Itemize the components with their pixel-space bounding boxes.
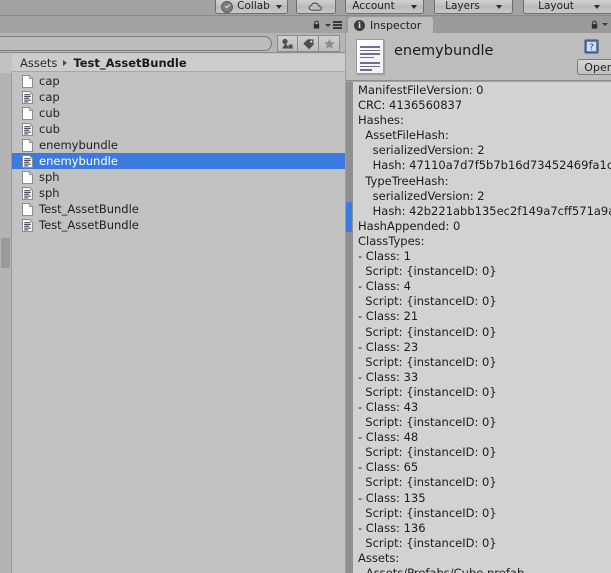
lock-icon[interactable]	[312, 20, 321, 29]
layers-label: Layers	[445, 0, 480, 13]
filter-by-type-button[interactable]	[277, 35, 298, 52]
file-name-label: cap	[39, 74, 60, 88]
manifest-file-icon	[22, 90, 33, 104]
breadcrumb-root[interactable]: Assets	[20, 56, 57, 70]
file-list-item[interactable]: Test_AssetBundle	[12, 201, 345, 217]
favorite-star-icon	[323, 38, 335, 49]
account-label: Account	[352, 0, 395, 13]
lock-icon[interactable]	[590, 20, 599, 29]
asset-bundle-file-icon	[22, 138, 33, 152]
project-panel: Assets Test_AssetBundle cap cap cub cub enem…	[0, 16, 345, 573]
filter-by-label-button[interactable]	[298, 35, 319, 52]
asset-bundle-file-icon	[22, 170, 33, 184]
file-list-item[interactable]: enemybundle	[12, 137, 345, 153]
file-list-item[interactable]: cub	[12, 121, 345, 137]
inspector-asset-name: enemybundle	[394, 43, 494, 59]
project-search-row	[0, 33, 345, 53]
project-filter-buttons	[277, 35, 340, 52]
inspector-panel: i Inspector enemybundle ? Open ManifestF…	[346, 16, 611, 573]
collab-button[interactable]: Collab	[215, 0, 288, 14]
manifest-file-icon	[22, 122, 33, 136]
inspector-body: ManifestFileVersion: 0 CRC: 4136560837 H…	[352, 82, 611, 573]
svg-text:?: ?	[589, 43, 594, 53]
account-button[interactable]: Account	[345, 0, 424, 14]
asset-bundle-file-icon	[22, 202, 33, 216]
layout-button[interactable]: Layout	[523, 0, 611, 14]
project-file-list: cap cap cub cub enemybundle enemybundle sph sph…	[12, 73, 345, 573]
manifest-file-icon	[22, 154, 33, 168]
inspector-header: enemybundle ? Open	[346, 33, 611, 81]
file-name-label: sph	[39, 170, 60, 184]
tab-inspector[interactable]: i Inspector	[348, 17, 434, 33]
file-name-label: sph	[39, 186, 60, 200]
asset-bundle-file-icon	[22, 106, 33, 120]
chevron-down-icon	[593, 4, 600, 9]
file-list-item[interactable]: cap	[12, 73, 345, 89]
file-list-item[interactable]: cub	[12, 105, 345, 121]
open-button[interactable]: Open	[577, 59, 611, 75]
project-scrollbar-thumb[interactable]	[1, 238, 10, 268]
file-name-label: cub	[39, 122, 60, 136]
file-list-item[interactable]: enemybundle	[12, 153, 345, 169]
project-vertical-scrollbar[interactable]	[0, 73, 12, 573]
favorite-star-button[interactable]	[319, 35, 340, 52]
manifest-text: ManifestFileVersion: 0 CRC: 4136560837 H…	[358, 83, 611, 573]
file-name-label: enemybundle	[39, 138, 118, 152]
project-tabstrip	[0, 16, 345, 33]
file-list-item[interactable]: cap	[12, 89, 345, 105]
file-list-item[interactable]: sph	[12, 169, 345, 185]
chevron-down-icon	[275, 4, 282, 9]
chevron-down-icon	[495, 4, 502, 9]
label-tag-icon	[302, 38, 314, 49]
chevron-down-icon	[410, 4, 417, 9]
file-name-label: cub	[39, 106, 60, 120]
manifest-file-icon	[22, 186, 33, 200]
file-list-item[interactable]: Test_AssetBundle	[12, 217, 345, 233]
file-name-label: enemybundle	[39, 154, 118, 168]
file-name-label: cap	[39, 90, 60, 104]
cloud-icon	[308, 2, 322, 11]
breadcrumb: Assets Test_AssetBundle	[12, 54, 345, 72]
file-name-label: Test_AssetBundle	[39, 218, 139, 232]
manifest-file-icon	[22, 218, 33, 232]
breadcrumb-current: Test_AssetBundle	[73, 55, 187, 70]
layout-label: Layout	[538, 0, 574, 13]
text-asset-icon	[356, 39, 384, 74]
cloud-button[interactable]	[296, 0, 336, 14]
project-options-menu-icon[interactable]	[325, 21, 342, 29]
breadcrumb-separator-icon	[63, 59, 68, 66]
file-name-label: Test_AssetBundle	[39, 202, 139, 216]
asset-bundle-file-icon	[22, 74, 33, 88]
inspector-tabstrip: i Inspector	[346, 16, 611, 33]
filter-by-type-icon	[282, 38, 293, 49]
search-input[interactable]	[0, 36, 272, 51]
collab-shield-icon	[221, 0, 234, 13]
layers-button[interactable]: Layers	[434, 0, 513, 14]
inspector-tab-label: Inspector	[370, 18, 422, 32]
collab-label: Collab	[237, 0, 270, 13]
inspector-options-menu-icon[interactable]	[602, 23, 608, 26]
help-book-icon[interactable]: ?	[584, 39, 599, 54]
info-icon: i	[354, 19, 365, 31]
file-list-item[interactable]: sph	[12, 185, 345, 201]
main-toolbar: Collab Account Layers Layout	[0, 0, 611, 16]
